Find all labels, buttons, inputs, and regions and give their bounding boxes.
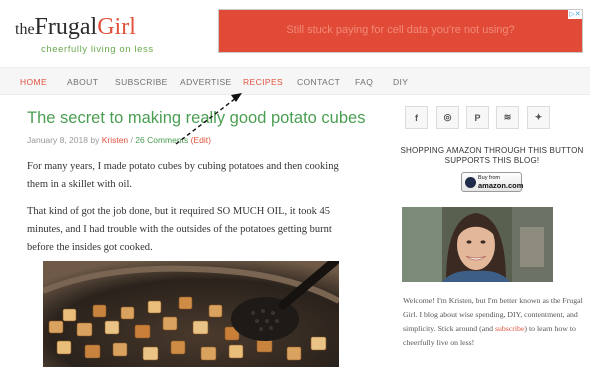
meta-separator: / — [130, 135, 133, 145]
nav-item-subscribe[interactable]: SUBSCRIBE — [115, 68, 168, 96]
instagram-icon[interactable]: ◎ — [436, 106, 459, 129]
post-title[interactable]: The secret to making really good potato … — [27, 109, 365, 128]
post-paragraph-1: For many years, I made potato cubes by c… — [27, 161, 339, 190]
author-portrait — [402, 207, 553, 282]
nav-item-faq[interactable]: FAQ — [355, 68, 373, 96]
author-link[interactable]: Kristen — [102, 135, 128, 145]
rss-icon[interactable]: ≋ — [496, 106, 519, 129]
ad-choices-icon[interactable]: ▷✕ — [568, 10, 582, 19]
main-nav: HOME ABOUT SUBSCRIBE ADVERTISE RECIPES C… — [0, 67, 590, 95]
post-meta: January 8, 2018 by Kristen / 26 Comments… — [27, 135, 211, 145]
site-tagline: cheerfully living on less — [41, 44, 154, 55]
twitter-icon[interactable]: ✦ — [527, 106, 550, 129]
nav-item-recipes[interactable]: RECIPES — [243, 68, 283, 96]
nav-item-about[interactable]: ABOUT — [67, 68, 98, 96]
subscribe-link[interactable]: subscribe — [495, 324, 524, 333]
post-paragraph-2: That kind of got the job done, but it re… — [27, 206, 332, 253]
post-date: January 8, 2018 — [27, 135, 88, 145]
edit-link[interactable]: (Edit) — [191, 135, 211, 145]
potato-cubes-photo — [43, 261, 339, 367]
amazon-heading: SHOPPING AMAZON THROUGH THIS BUTTON SUPP… — [400, 146, 584, 165]
site-logo[interactable]: theFrugalGirl cheerfully living on less — [15, 14, 154, 55]
facebook-icon[interactable]: f — [405, 106, 428, 129]
author-bio: Welcome! I'm Kristen, but I'm better kno… — [403, 296, 583, 347]
amazon-button-line2: amazon.com — [478, 181, 524, 190]
nav-item-home[interactable]: HOME — [20, 68, 47, 96]
amazon-buy-button[interactable]: Buy from amazon.com — [461, 172, 524, 192]
ad-text: Still stuck paying for cell data you're … — [286, 24, 515, 36]
post-by: by — [90, 135, 100, 145]
nav-item-contact[interactable]: CONTACT — [297, 68, 340, 96]
pinterest-icon[interactable]: P — [466, 106, 489, 129]
ad-banner[interactable]: Still stuck paying for cell data you're … — [218, 9, 583, 53]
amazon-cart-icon — [465, 177, 476, 188]
nav-item-diy[interactable]: DIY — [393, 68, 408, 96]
nav-item-advertise[interactable]: ADVERTISE — [180, 68, 232, 96]
logo-wordmark: theFrugalGirl — [15, 14, 136, 40]
comments-link[interactable]: 26 Comments — [135, 135, 188, 145]
